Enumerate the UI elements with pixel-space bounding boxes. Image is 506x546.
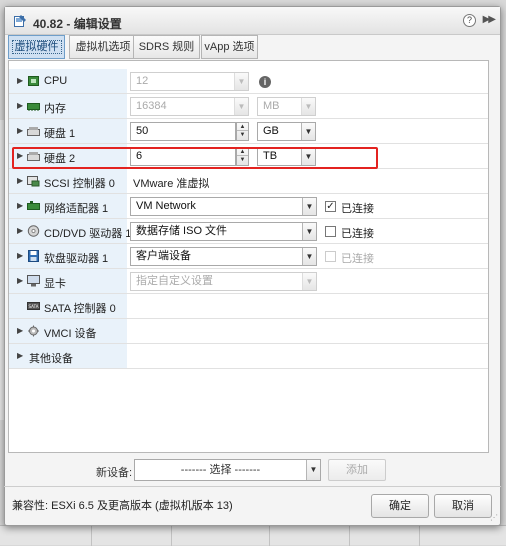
hardware-row-scsi: ▶ SCSI 控制器 0 VMware 准虚拟	[9, 169, 488, 194]
tab-sdrs-rules[interactable]: SDRS 规则	[133, 35, 200, 59]
hardware-row-video: ▶ 显卡 指定自定义设置 ▼	[9, 269, 488, 294]
cdrom-label: CD/DVD 驱动器 1	[44, 228, 132, 240]
cpu-icon	[28, 76, 39, 86]
chevron-down-icon: ▼	[302, 248, 316, 265]
cpu-count-select[interactable]: 12 ▼	[130, 72, 249, 91]
hardware-row-memory: ▶ 内存 16384 ▼ MB ▼	[9, 94, 488, 119]
compatibility-text: 兼容性: ESXi 6.5 及更高版本 (虚拟机版本 13)	[12, 500, 233, 512]
expand-arrow-icon[interactable]: ▶	[17, 326, 23, 335]
floppy-connected-checkbox[interactable]	[325, 251, 336, 262]
expand-arrow-icon[interactable]: ▶	[17, 226, 23, 235]
stepper-down-icon[interactable]: ▼	[237, 131, 248, 139]
hardware-row-cdrom: ▶ CD/DVD 驱动器 1 数据存储 ISO 文件 ▼ 已连接	[9, 219, 488, 244]
video-label: 显卡	[44, 278, 66, 290]
disk-2-highlight-box	[12, 147, 378, 169]
cdrom-icon	[27, 225, 40, 237]
expand-arrow-icon[interactable]: ▶	[17, 76, 23, 85]
chevron-down-icon: ▼	[302, 223, 316, 240]
floppy-label: 软盘驱动器 1	[44, 253, 109, 265]
hardware-row-other: ▶ 其他设备	[9, 344, 488, 369]
dialog-title: 40.82 - 编辑设置	[33, 17, 122, 31]
cdrom-source-select[interactable]: 数据存储 ISO 文件 ▼	[130, 222, 317, 241]
disk-1-size-input[interactable]: 50	[130, 122, 236, 141]
disk-1-size-stepper[interactable]: ▲ ▼	[236, 122, 249, 141]
add-device-button[interactable]: 添加	[328, 459, 386, 481]
memory-icon	[27, 103, 40, 111]
expand-arrow-icon[interactable]: ▶	[17, 201, 23, 210]
vmci-label: VMCI 设备	[44, 328, 97, 340]
other-devices-label: 其他设备	[29, 353, 73, 365]
sata-label: SATA 控制器 0	[44, 303, 116, 315]
tab-vm-options[interactable]: 虚拟机选项	[69, 35, 137, 59]
expand-arrow-icon[interactable]: ▶	[17, 351, 23, 360]
info-icon[interactable]: i	[259, 76, 271, 88]
network-connected-label: 已连接	[341, 203, 374, 215]
hardware-row-sata: SATA SATA 控制器 0	[9, 294, 488, 319]
help-icon[interactable]: ?	[463, 14, 476, 27]
expand-arrow-icon[interactable]: ▶	[17, 126, 23, 135]
hardware-row-network: ▶ 网络适配器 1 VM Network ▼ ✓ 已连接	[9, 194, 488, 219]
new-device-select[interactable]: ------- 选择 ------- ▼	[134, 459, 321, 481]
floppy-icon	[28, 250, 39, 262]
disk-1-label: 硬盘 1	[44, 128, 76, 140]
scsi-controller-icon	[27, 176, 40, 187]
hard-disk-icon	[27, 127, 40, 136]
memory-unit-select[interactable]: MB ▼	[257, 97, 316, 116]
background-table-strip	[0, 525, 506, 546]
chevron-down-icon: ▼	[301, 98, 315, 115]
hardware-row-cpu: ▶ CPU 12 ▼ i	[9, 69, 488, 94]
hardware-row-vmci: ▶ VMCI 设备	[9, 319, 488, 344]
cancel-button[interactable]: 取消	[434, 494, 492, 518]
scsi-type-value: VMware 准虚拟	[133, 178, 210, 190]
video-settings-select[interactable]: 指定自定义设置 ▼	[130, 272, 317, 291]
cdrom-connected-checkbox[interactable]	[325, 226, 336, 237]
vm-edit-icon	[14, 15, 26, 27]
disk-1-unit-select[interactable]: GB ▼	[257, 122, 316, 141]
vmci-device-icon	[28, 325, 39, 337]
virtual-hardware-panel: ▶ CPU 12 ▼ i ▶ 内存 16384 ▼ MB ▼ ▶ 硬盘 1 50 ▲ ▼…	[8, 60, 489, 453]
sata-controller-icon: SATA	[27, 302, 40, 310]
memory-size-select[interactable]: 16384 ▼	[130, 97, 249, 116]
floppy-connected-label: 已连接	[341, 253, 374, 265]
expand-arrow-icon[interactable]: ▶	[17, 176, 23, 185]
network-connected-checkbox[interactable]: ✓	[325, 201, 336, 212]
network-label: 网络适配器 1	[44, 203, 109, 215]
expand-icon[interactable]: ▶▶	[483, 14, 496, 25]
chevron-down-icon: ▼	[306, 460, 320, 480]
ok-button[interactable]: 确定	[371, 494, 429, 518]
chevron-down-icon: ▼	[234, 98, 248, 115]
scsi-label: SCSI 控制器 0	[44, 178, 115, 190]
chevron-down-icon: ▼	[301, 123, 315, 140]
svg-text:SATA: SATA	[29, 304, 39, 309]
cdrom-connected-label: 已连接	[341, 228, 374, 240]
network-adapter-icon	[27, 201, 40, 210]
resize-grip-icon[interactable]: ⋰	[490, 513, 499, 522]
expand-arrow-icon[interactable]: ▶	[17, 101, 23, 110]
dialog-titlebar: 40.82 - 编辑设置 ? ▶▶	[5, 7, 500, 35]
network-select[interactable]: VM Network ▼	[130, 197, 317, 216]
video-card-icon	[27, 275, 40, 287]
expand-arrow-icon[interactable]: ▶	[17, 276, 23, 285]
stepper-up-icon[interactable]: ▲	[237, 123, 248, 131]
floppy-source-select[interactable]: 客户端设备 ▼	[130, 247, 317, 266]
chevron-down-icon: ▼	[302, 273, 316, 290]
chevron-down-icon: ▼	[234, 73, 248, 90]
tab-vapp-options[interactable]: vApp 选项	[201, 35, 258, 59]
tab-virtual-hardware[interactable]: 虚拟硬件	[8, 35, 65, 59]
new-device-label: 新设备:	[96, 467, 133, 479]
hardware-row-floppy: ▶ 软盘驱动器 1 客户端设备 ▼ 已连接	[9, 244, 488, 269]
expand-arrow-icon[interactable]: ▶	[17, 251, 23, 260]
memory-label: 内存	[44, 103, 66, 115]
hardware-row-disk-1: ▶ 硬盘 1 50 ▲ ▼ GB ▼	[9, 119, 488, 144]
chevron-down-icon: ▼	[302, 198, 316, 215]
cpu-label: CPU	[44, 75, 68, 87]
